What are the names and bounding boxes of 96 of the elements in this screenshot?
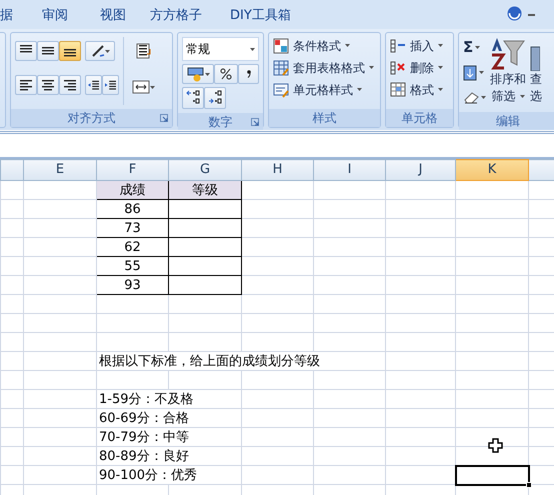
column-header[interactable]: K	[456, 160, 528, 180]
instruction-text: 根据以下标准，给上面的成绩划分等级	[99, 354, 320, 368]
align-button[interactable]	[15, 75, 37, 95]
find-select-button[interactable]: 查 选	[530, 37, 542, 108]
caret-icon	[520, 95, 524, 98]
group-label: 单元格	[402, 111, 438, 125]
table-cell: 62	[96, 238, 168, 256]
table-format-icon	[273, 60, 289, 76]
comma-icon	[246, 70, 250, 78]
decimal-button[interactable]	[204, 87, 226, 109]
insert-cells-icon	[390, 38, 406, 54]
dialog-launcher-icon[interactable]	[251, 118, 259, 126]
increase-decimal-icon	[185, 90, 201, 106]
table-header-cell: 等级	[168, 180, 242, 200]
percent-icon	[220, 68, 232, 80]
criteria-text: 80-89分：良好	[99, 448, 189, 464]
criteria-text: 90-100分：优秀	[99, 468, 198, 482]
orientation-button[interactable]	[85, 41, 115, 61]
caret-icon	[438, 66, 443, 69]
caret-icon	[475, 46, 480, 49]
cell-style-icon	[273, 82, 289, 98]
menu-tab[interactable]: 视图	[100, 6, 126, 26]
indent-icon	[105, 78, 116, 92]
ribbon-command[interactable]: 插入	[390, 35, 449, 56]
caret-icon	[369, 66, 374, 69]
table-cell: 55	[96, 256, 168, 276]
angled-text-icon	[90, 44, 104, 58]
align-icon	[63, 78, 77, 92]
indent-icon	[88, 78, 99, 92]
autosum-button[interactable]: Σ	[463, 37, 486, 58]
merge-cells-icon	[132, 80, 150, 94]
align-icon	[64, 49, 76, 57]
fill-down-icon	[463, 64, 477, 80]
decrease-decimal-icon	[207, 90, 223, 106]
sort-filter-button[interactable]: 排序和 筛选	[490, 37, 526, 108]
eraser-icon	[463, 92, 479, 104]
format-dropdown[interactable]: 常规	[182, 37, 259, 61]
ribbon-command[interactable]: 套用表格格式	[273, 57, 376, 78]
column-header[interactable]: E	[24, 160, 96, 180]
align-icon	[41, 78, 55, 92]
column-header[interactable]: I	[314, 160, 386, 180]
ribbon-command[interactable]: 格式	[390, 79, 449, 100]
decimal-button[interactable]	[182, 87, 204, 109]
conditional-format-icon	[273, 38, 289, 54]
table-cell: 86	[96, 200, 168, 218]
indent-button[interactable]	[85, 75, 102, 95]
sort-filter-icon	[491, 37, 525, 71]
caret-icon	[438, 88, 443, 91]
criteria-text: 60-69分：合格	[99, 410, 189, 426]
crosshair-cursor-icon	[488, 438, 503, 453]
caret-icon	[150, 86, 155, 88]
align-icon	[19, 78, 33, 92]
menu-tab[interactable]: DIY工具箱	[230, 6, 291, 26]
percent-button[interactable]	[214, 64, 238, 84]
align-button[interactable]	[59, 75, 81, 95]
currency-button[interactable]	[182, 64, 214, 84]
criteria-text: 70-79分：中等	[99, 430, 189, 444]
caret-icon	[345, 44, 350, 47]
table-cell: 93	[96, 276, 168, 294]
format-cells-icon	[390, 82, 406, 98]
ribbon-command[interactable]: 条件格式	[273, 35, 376, 56]
caret-icon	[357, 88, 362, 91]
delete-cells-icon	[390, 60, 406, 76]
indent-button[interactable]	[102, 75, 119, 95]
column-header[interactable]: J	[386, 160, 456, 180]
table-cell: 73	[96, 218, 168, 238]
dialog-launcher-icon[interactable]	[160, 114, 168, 122]
caret-icon	[481, 96, 486, 99]
align-icon	[20, 45, 32, 53]
column-header[interactable]: F	[96, 160, 168, 180]
ribbon-command[interactable]: 删除	[390, 57, 449, 78]
wrap-text-icon	[136, 43, 152, 59]
menu-tab[interactable]: 据	[0, 6, 13, 26]
align-button[interactable]	[37, 41, 59, 61]
align-button[interactable]	[37, 75, 59, 95]
menu-tab[interactable]: 审阅	[42, 6, 68, 26]
group-label: 数字	[208, 115, 232, 129]
criteria-text: 1-59分：不及格	[99, 392, 194, 406]
group-label: 对齐方式	[68, 111, 116, 125]
table-header-cell: 成绩	[96, 180, 168, 200]
align-button[interactable]	[15, 41, 37, 61]
column-header[interactable]: G	[168, 160, 242, 180]
caret-icon	[204, 72, 210, 76]
caret-icon	[479, 71, 484, 74]
menu-tab[interactable]: 方方格子	[150, 6, 202, 26]
caret-icon	[438, 44, 443, 47]
group-label: 编辑	[496, 114, 520, 128]
align-icon	[42, 47, 54, 55]
align-button[interactable]	[59, 41, 81, 61]
caret-icon	[104, 50, 110, 52]
money-icon	[186, 66, 205, 82]
column-header[interactable]: H	[242, 160, 314, 180]
ribbon-command[interactable]: 单元格样式	[273, 79, 376, 100]
comma-button[interactable]	[238, 64, 259, 84]
group-label: 样式	[312, 111, 336, 125]
caret-icon	[250, 48, 255, 50]
